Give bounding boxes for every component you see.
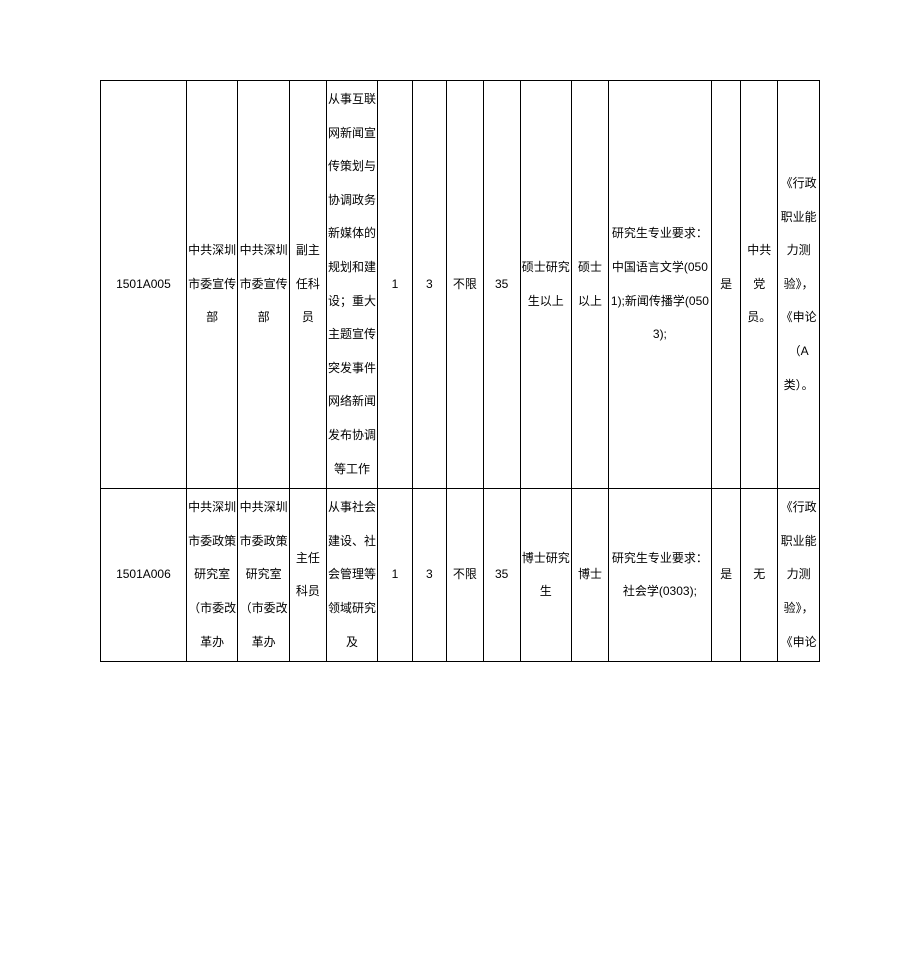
cell-desc: 从事互联网新闻宣传策划与协调政务新媒体的规划和建设；重大主题宣传突发事件网络新闻… xyxy=(326,81,378,489)
cell-num: 1 xyxy=(378,489,412,662)
cell-org: 中共深圳市委政策研究室（市委改革办 xyxy=(186,489,238,662)
cell-position: 主任科员 xyxy=(289,489,326,662)
cell-ratio: 3 xyxy=(412,81,446,489)
cell-gender: 不限 xyxy=(446,489,483,662)
cell-code: 1501A005 xyxy=(101,81,187,489)
cell-other: 中共党员。 xyxy=(741,81,778,489)
cell-yn: 是 xyxy=(711,81,740,489)
cell-exam: 《行政职业能力测验》，《申论 xyxy=(778,489,820,662)
table-row: 1501A005 中共深圳市委宣传部 中共深圳市委宣传部 副主任科员 从事互联网… xyxy=(101,81,820,489)
cell-edu: 硕士研究生以上 xyxy=(520,81,572,489)
table-row: 1501A006 中共深圳市委政策研究室（市委改革办 中共深圳市委政策研究室（市… xyxy=(101,489,820,662)
cell-age: 35 xyxy=(483,489,520,662)
cell-yn: 是 xyxy=(711,489,740,662)
recruitment-table: 1501A005 中共深圳市委宣传部 中共深圳市委宣传部 副主任科员 从事互联网… xyxy=(100,80,820,662)
cell-position: 副主任科员 xyxy=(289,81,326,489)
cell-dept: 中共深圳市委宣传部 xyxy=(238,81,290,489)
cell-num: 1 xyxy=(378,81,412,489)
cell-desc: 从事社会建设、社会管理等领域研究及 xyxy=(326,489,378,662)
cell-org: 中共深圳市委宣传部 xyxy=(186,81,238,489)
cell-major: 研究生专业要求：社会学(0303); xyxy=(608,489,711,662)
cell-code: 1501A006 xyxy=(101,489,187,662)
cell-exam: 《行政职业能力测验》，《申论（A类）。 xyxy=(778,81,820,489)
cell-major: 研究生专业要求：中国语言文学(0501);新闻传播学(0503); xyxy=(608,81,711,489)
cell-degree: 博士 xyxy=(572,489,609,662)
cell-dept: 中共深圳市委政策研究室（市委改革办 xyxy=(238,489,290,662)
cell-degree: 硕士以上 xyxy=(572,81,609,489)
cell-ratio: 3 xyxy=(412,489,446,662)
cell-other: 无 xyxy=(741,489,778,662)
cell-gender: 不限 xyxy=(446,81,483,489)
cell-age: 35 xyxy=(483,81,520,489)
cell-edu: 博士研究生 xyxy=(520,489,572,662)
